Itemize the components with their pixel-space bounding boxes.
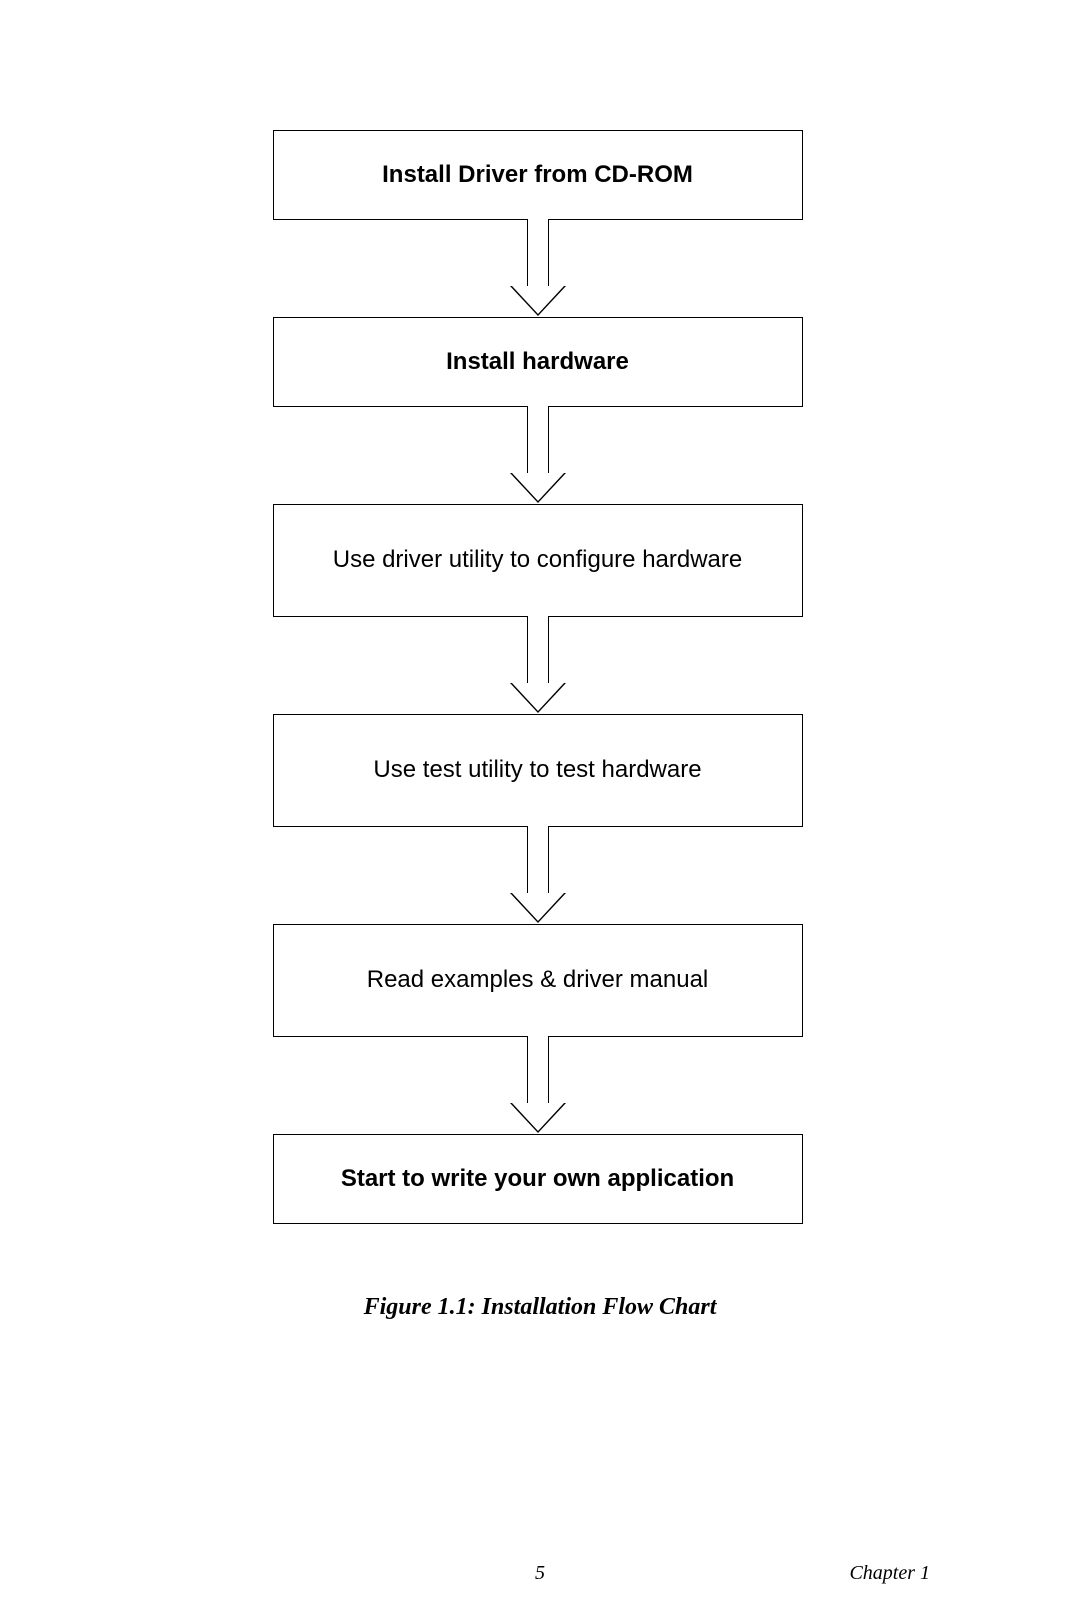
flow-step-3: Use driver utility to configure hardware [273, 504, 803, 617]
flow-arrow [527, 1037, 549, 1134]
flow-step-2: Install hardware [273, 317, 803, 407]
flow-step-label: Use driver utility to configure hardware [333, 544, 743, 576]
flow-step-1: Install Driver from CD-ROM [273, 130, 803, 220]
flow-step-label: Install Driver from CD-ROM [382, 159, 693, 191]
flow-arrow [527, 827, 549, 924]
document-page: Install Driver from CD-ROM Install hardw… [0, 0, 1080, 1618]
figure-caption: Figure 1.1: Installation Flow Chart [170, 1294, 910, 1321]
chapter-label: Chapter 1 [849, 1562, 930, 1585]
flow-arrow [527, 407, 549, 504]
flow-arrow [527, 617, 549, 714]
flow-step-label: Read examples & driver manual [367, 964, 709, 996]
flow-step-label: Install hardware [446, 346, 629, 378]
flow-step-4: Use test utility to test hardware [273, 714, 803, 827]
flow-step-label: Start to write your own application [341, 1163, 734, 1195]
flow-step-6: Start to write your own application [273, 1134, 803, 1224]
flow-step-label: Use test utility to test hardware [373, 754, 701, 786]
page-number: 5 [535, 1562, 545, 1585]
flow-step-5: Read examples & driver manual [273, 924, 803, 1037]
flowchart: Install Driver from CD-ROM Install hardw… [273, 130, 803, 1224]
flow-arrow [527, 220, 549, 317]
